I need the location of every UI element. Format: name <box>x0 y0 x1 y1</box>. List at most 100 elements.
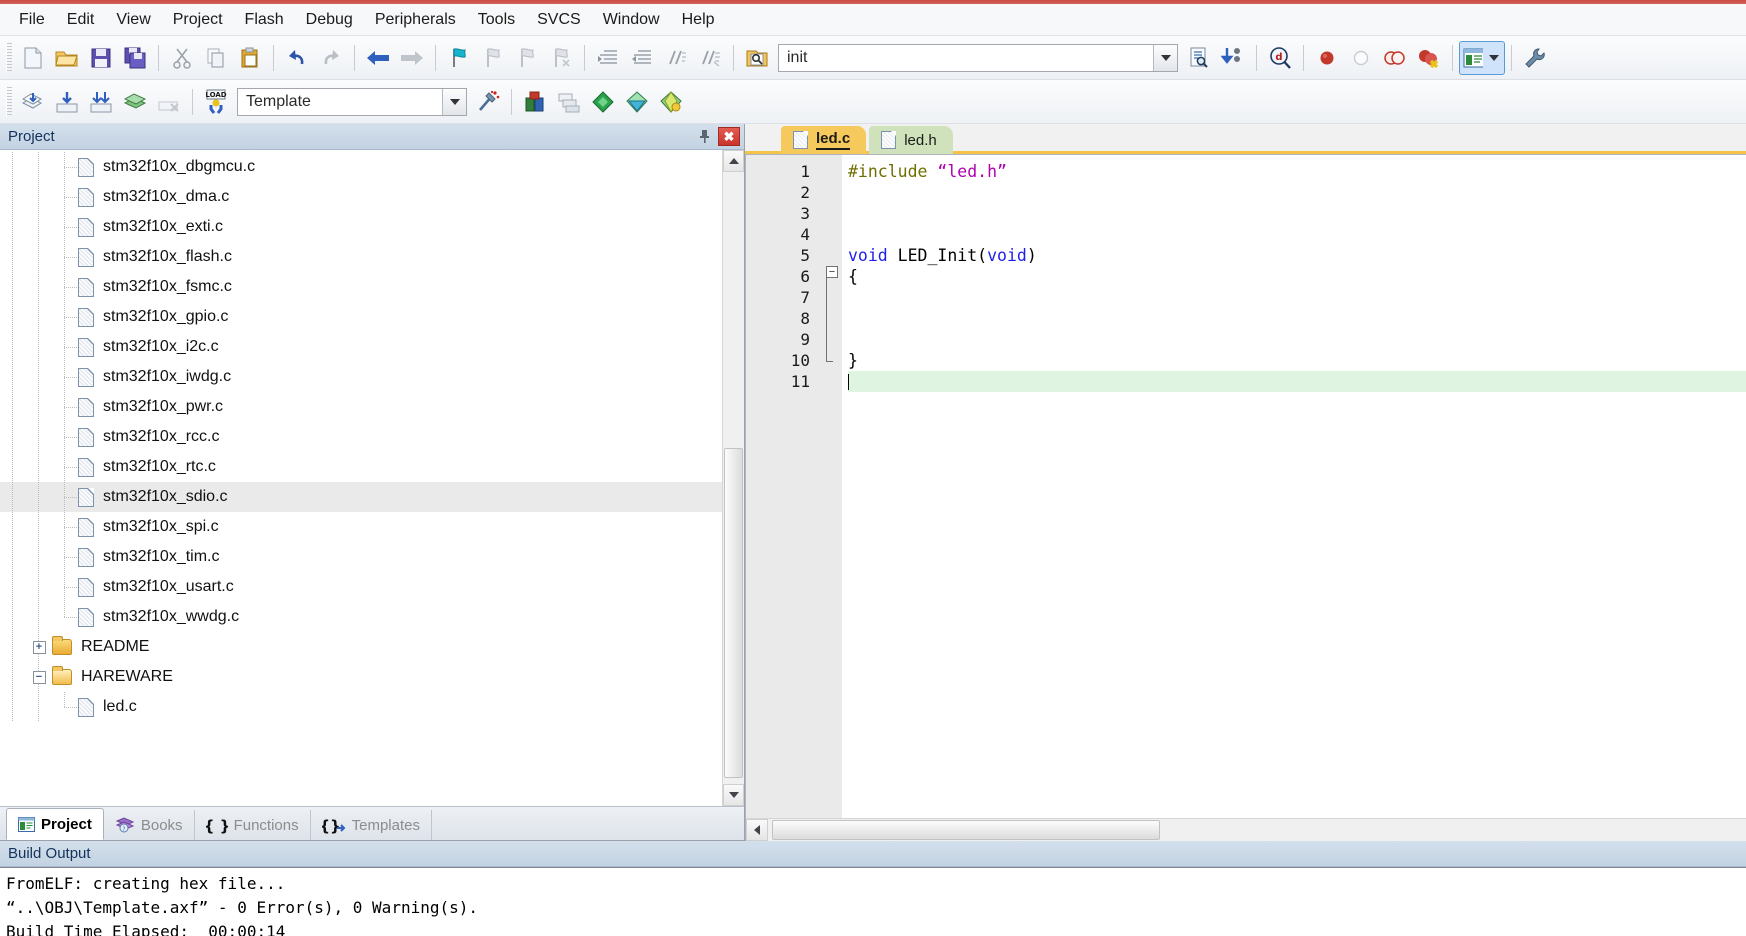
tree-item-stm32f10x-wwdg-c[interactable]: stm32f10x_wwdg.c <box>0 602 722 632</box>
menu-item-tools[interactable]: Tools <box>467 8 526 32</box>
code-line[interactable]: void LED_Init(void) <box>848 245 1746 266</box>
save-icon[interactable] <box>84 41 118 75</box>
editor-horizontal-scrollbar[interactable] <box>745 818 1746 841</box>
panel-tab-templates[interactable]: {} Templates <box>311 810 432 840</box>
navigate-back-icon[interactable] <box>361 41 395 75</box>
target-options-icon[interactable] <box>471 85 505 119</box>
uncomment-icon[interactable] <box>693 41 727 75</box>
tree-item-stm32f10x-sdio-c[interactable]: stm32f10x_sdio.c <box>0 482 722 512</box>
code-editor[interactable]: 1 2 3 4 5 6 7 8 9 10 11 − #include “led.h” void LE… <box>745 154 1746 818</box>
code-line[interactable] <box>848 308 1746 329</box>
breakpoint-enable-icon[interactable] <box>1344 41 1378 75</box>
multi-project-icon[interactable] <box>552 85 586 119</box>
tree-item-stm32f10x-pwr-c[interactable]: stm32f10x_pwr.c <box>0 392 722 422</box>
expand-plus-icon[interactable]: + <box>32 640 46 654</box>
scroll-left-icon[interactable] <box>746 818 768 841</box>
close-icon[interactable]: ✖ <box>718 127 740 146</box>
menu-item-debug[interactable]: Debug <box>295 8 364 32</box>
tree-item-stm32f10x-spi-c[interactable]: stm32f10x_spi.c <box>0 512 722 542</box>
configure-icon[interactable] <box>1518 41 1552 75</box>
new-file-icon[interactable] <box>16 41 50 75</box>
indent-left-icon[interactable] <box>625 41 659 75</box>
toolbar-grip[interactable] <box>6 42 12 73</box>
tree-item-stm32f10x-iwdg-c[interactable]: stm32f10x_iwdg.c <box>0 362 722 392</box>
text-search-icon[interactable] <box>1182 41 1216 75</box>
manage-runtime-alt-icon[interactable] <box>654 85 688 119</box>
navigate-forward-icon[interactable] <box>395 41 429 75</box>
fold-collapse-icon[interactable]: − <box>826 266 838 278</box>
build-output-body[interactable]: FromELF: creating hex file... “..\OBJ\Tem… <box>0 867 1746 936</box>
rebuild-icon[interactable] <box>84 85 118 119</box>
indent-right-icon[interactable] <box>591 41 625 75</box>
code-folding-gutter[interactable]: − <box>816 155 842 818</box>
editor-tab-led-h[interactable]: led.h <box>869 126 953 154</box>
batch-build-icon[interactable] <box>118 85 152 119</box>
code-line[interactable] <box>848 182 1746 203</box>
target-combo[interactable]: Template <box>237 87 467 116</box>
breakpoint-disable-all-icon[interactable] <box>1378 41 1412 75</box>
tree-item-stm32f10x-tim-c[interactable]: stm32f10x_tim.c <box>0 542 722 572</box>
menu-item-help[interactable]: Help <box>671 8 726 32</box>
scroll-down-icon[interactable] <box>723 784 744 806</box>
tree-item-stm32f10x-dma-c[interactable]: stm32f10x_dma.c <box>0 182 722 212</box>
menu-item-file[interactable]: File <box>8 8 56 32</box>
stop-build-icon[interactable] <box>152 85 186 119</box>
collapse-minus-icon[interactable]: − <box>32 670 46 684</box>
search-combo-value[interactable]: init <box>779 49 1153 67</box>
paste-icon[interactable] <box>233 41 267 75</box>
goto-definition-icon[interactable] <box>1216 41 1250 75</box>
undo-icon[interactable] <box>280 41 314 75</box>
code-line[interactable] <box>848 371 1746 392</box>
menu-item-peripherals[interactable]: Peripherals <box>364 8 467 32</box>
tree-item-led-c[interactable]: led.c <box>0 692 722 722</box>
menu-item-flash[interactable]: Flash <box>234 8 295 32</box>
manage-runtime-icon[interactable] <box>620 85 654 119</box>
download-icon[interactable]: LOAD <box>199 85 233 119</box>
project-tree-scrollbar[interactable] <box>722 150 744 806</box>
code-line[interactable]: } <box>848 350 1746 371</box>
pin-icon[interactable] <box>693 127 715 147</box>
hscroll-track[interactable] <box>768 818 1746 841</box>
target-combo-value[interactable]: Template <box>238 93 442 111</box>
find-in-files-icon[interactable] <box>740 41 774 75</box>
toolbar-grip[interactable] <box>6 86 12 117</box>
browse-symbols-icon[interactable]: d <box>1263 41 1297 75</box>
code-line[interactable] <box>848 203 1746 224</box>
menu-item-svcs[interactable]: SVCS <box>526 8 592 32</box>
bookmark-next-icon[interactable] <box>510 41 544 75</box>
pack-installer-icon[interactable] <box>586 85 620 119</box>
tree-item-stm32f10x-rcc-c[interactable]: stm32f10x_rcc.c <box>0 422 722 452</box>
search-combo-chevron-down-icon[interactable] <box>1153 44 1177 71</box>
code-line[interactable] <box>848 224 1746 245</box>
cut-icon[interactable] <box>165 41 199 75</box>
copy-icon[interactable] <box>199 41 233 75</box>
save-all-icon[interactable] <box>118 41 152 75</box>
tree-expander[interactable]: − <box>26 662 52 692</box>
scroll-thumb[interactable] <box>724 448 743 778</box>
code-line[interactable] <box>848 329 1746 350</box>
build-icon[interactable] <box>50 85 84 119</box>
tree-item-stm32f10x-i2c-c[interactable]: stm32f10x_i2c.c <box>0 332 722 362</box>
open-file-icon[interactable] <box>50 41 84 75</box>
breakpoint-insert-icon[interactable] <box>1310 41 1344 75</box>
panel-tab-functions[interactable]: { } Functions <box>195 810 311 840</box>
code-line[interactable] <box>848 287 1746 308</box>
menu-item-edit[interactable]: Edit <box>56 8 106 32</box>
target-combo-chevron-down-icon[interactable] <box>442 88 466 115</box>
tree-item-hareware[interactable]: − HAREWARE <box>0 662 722 692</box>
tree-item-stm32f10x-usart-c[interactable]: stm32f10x_usart.c <box>0 572 722 602</box>
bookmark-toggle-icon[interactable] <box>442 41 476 75</box>
panel-tab-books[interactable]: ? Books <box>104 810 195 840</box>
tree-item-stm32f10x-flash-c[interactable]: stm32f10x_flash.c <box>0 242 722 272</box>
menu-item-view[interactable]: View <box>105 8 161 32</box>
menu-item-project[interactable]: Project <box>162 8 234 32</box>
tree-expander[interactable]: + <box>26 632 52 662</box>
menu-item-window[interactable]: Window <box>592 8 671 32</box>
scroll-up-icon[interactable] <box>723 150 744 172</box>
tree-item-stm32f10x-exti-c[interactable]: stm32f10x_exti.c <box>0 212 722 242</box>
bookmark-clear-icon[interactable] <box>544 41 578 75</box>
manage-project-items-icon[interactable] <box>518 85 552 119</box>
panel-tab-project[interactable]: Project <box>6 808 104 840</box>
translate-icon[interactable] <box>16 85 50 119</box>
tree-item-readme[interactable]: + README <box>0 632 722 662</box>
